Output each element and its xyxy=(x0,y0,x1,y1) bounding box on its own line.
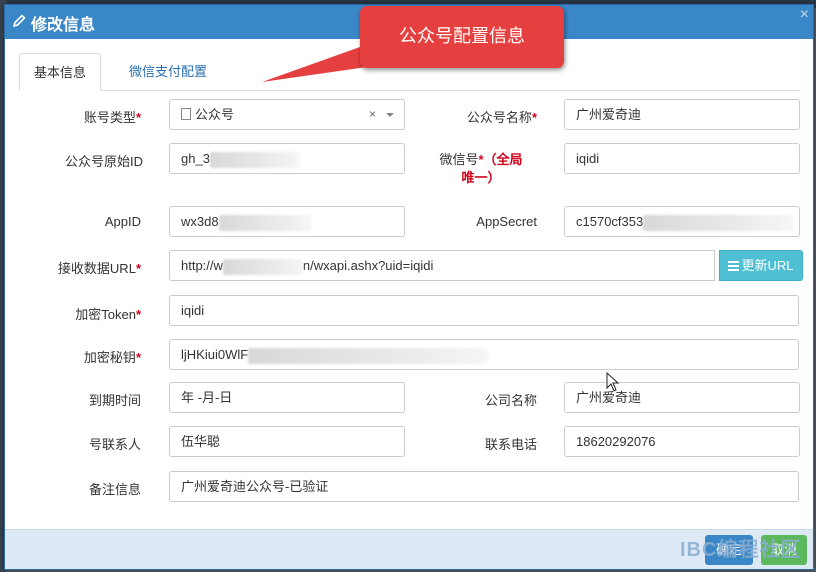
clear-icon[interactable]: × xyxy=(369,100,376,129)
secret-key-input[interactable]: ljHKiui0WlF xyxy=(169,339,799,370)
wechat-id-input[interactable]: iqidi xyxy=(564,143,800,174)
secret-key-label: 加密秘钥* xyxy=(83,350,141,365)
appid-label: AppID xyxy=(104,214,141,229)
phone-input[interactable]: 18620292076 xyxy=(564,426,800,457)
company-input[interactable]: 广州爱奇迪 xyxy=(564,382,800,413)
remark-label: 备注信息 xyxy=(88,482,141,497)
company-label: 公司名称 xyxy=(484,393,537,408)
phone-label: 联系电话 xyxy=(484,437,537,452)
account-type-select[interactable]: 公众号 × xyxy=(169,99,405,130)
appsecret-label: AppSecret xyxy=(476,214,537,229)
redacted-block xyxy=(209,151,300,168)
original-id-label: 公众号原始ID xyxy=(64,154,143,169)
callout-annotation: 公众号配置信息 xyxy=(360,6,564,68)
redacted-block xyxy=(218,214,311,231)
receive-url-label: 接收数据URL* xyxy=(57,261,141,276)
wechat-id-label: 微信号*（全局 唯一） xyxy=(439,152,523,185)
chevron-down-icon[interactable] xyxy=(386,113,394,117)
list-icon xyxy=(728,261,740,271)
token-label: 加密Token* xyxy=(75,307,141,322)
account-type-label: 账号类型* xyxy=(83,110,141,125)
original-id-input[interactable]: gh_3 xyxy=(169,143,405,174)
pencil-icon xyxy=(12,14,26,28)
mouse-cursor-icon xyxy=(606,372,620,392)
contact-input[interactable]: 伍华聪 xyxy=(169,426,405,457)
account-name-label: 公众号名称* xyxy=(466,110,537,125)
dialog-title: 修改信息 xyxy=(31,17,96,34)
redacted-block xyxy=(222,258,303,275)
appsecret-input[interactable]: c1570cf353 xyxy=(564,206,800,237)
redacted-block xyxy=(643,214,794,231)
token-input[interactable]: iqidi xyxy=(169,295,799,326)
receive-url-input[interactable]: http://w n/wxapi.ashx?uid=iqidi xyxy=(169,250,715,281)
document-icon xyxy=(181,108,191,120)
account-name-input[interactable]: 广州爱奇迪 xyxy=(564,99,800,130)
expire-date-label: 到期时间 xyxy=(88,393,141,408)
expire-date-input[interactable]: 年 -月-日 xyxy=(169,382,405,413)
remark-input[interactable]: 广州爱奇迪公众号-已验证 xyxy=(169,471,799,502)
contact-label: 号联系人 xyxy=(88,437,141,452)
close-icon[interactable]: × xyxy=(800,6,809,24)
tab-basic-info[interactable]: 基本信息 xyxy=(19,53,102,91)
edit-dialog: 修改信息 × 基本信息 微信支付配置 账号类型* 公众号 × 公众号名称* 广州… xyxy=(4,4,814,570)
account-type-value: 公众号 xyxy=(195,107,235,122)
redacted-block xyxy=(248,347,489,364)
tab-wechat-pay[interactable]: 微信支付配置 xyxy=(115,53,221,91)
appid-input[interactable]: wx3d8 xyxy=(169,206,405,237)
update-url-button[interactable]: 更新URL xyxy=(719,250,803,281)
watermark-text: IBC编程社区 xyxy=(680,539,802,561)
